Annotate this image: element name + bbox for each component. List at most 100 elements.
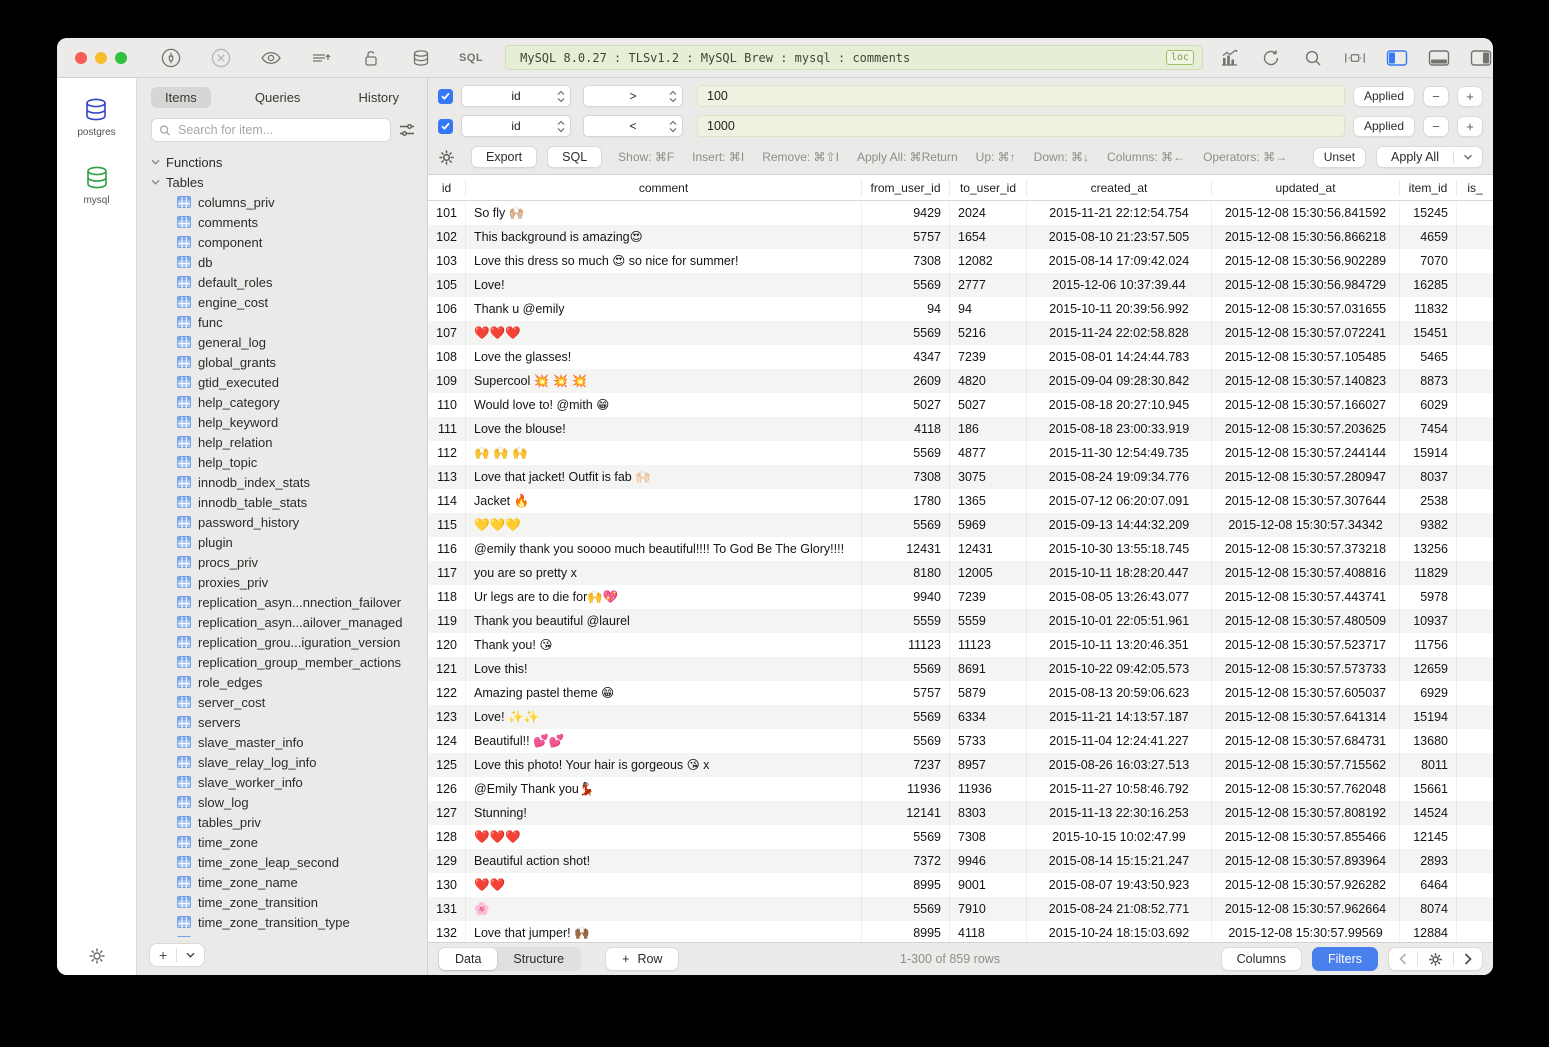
cell-item_id[interactable]: 2538 <box>1400 489 1457 513</box>
cell-to_user_id[interactable]: 5969 <box>950 513 1027 537</box>
cell-is[interactable] <box>1457 321 1493 345</box>
cell-comment[interactable]: Would love to! @mith 😁 <box>466 393 862 417</box>
cell-comment[interactable]: Thank you! 😘 <box>466 633 862 657</box>
prev-page-button[interactable] <box>1389 948 1417 970</box>
cell-to_user_id[interactable]: 12082 <box>950 249 1027 273</box>
cell-comment[interactable]: Love this photo! Your hair is gorgeous 😘… <box>466 753 862 777</box>
sidebar-table-item[interactable]: time_zone_transition <box>137 892 427 912</box>
cell-id[interactable]: 129 <box>428 849 466 873</box>
column-header-from_user_id[interactable]: from_user_id <box>862 180 950 196</box>
cell-created_at[interactable]: 2015-11-13 22:30:16.253 <box>1027 801 1212 825</box>
cell-comment[interactable]: Love the glasses! <box>466 345 862 369</box>
panel-left-icon[interactable] <box>1385 46 1409 70</box>
cell-updated_at[interactable]: 2015-12-08 15:30:57.573733 <box>1212 657 1400 681</box>
cell-item_id[interactable]: 15914 <box>1400 441 1457 465</box>
connection-postgres[interactable]: postgres <box>77 96 115 138</box>
table-row[interactable]: 109Supercool 💥 💥 💥260948202015-09-04 09:… <box>428 369 1493 393</box>
cell-updated_at[interactable]: 2015-12-08 15:30:57.855466 <box>1212 825 1400 849</box>
cell-id[interactable]: 108 <box>428 345 466 369</box>
cell-comment[interactable]: Amazing pastel theme 😁 <box>466 681 862 705</box>
cell-comment[interactable]: Love! ✨✨ <box>466 705 862 729</box>
cell-is[interactable] <box>1457 297 1493 321</box>
cell-comment[interactable]: Love that jacket! Outfit is fab 🙌🏻 <box>466 465 862 489</box>
cell-id[interactable]: 109 <box>428 369 466 393</box>
cell-to_user_id[interactable]: 1654 <box>950 225 1027 249</box>
sidebar-table-item[interactable]: func <box>137 312 427 332</box>
cell-to_user_id[interactable]: 186 <box>950 417 1027 441</box>
sliders-icon[interactable] <box>399 123 415 137</box>
cell-is[interactable] <box>1457 393 1493 417</box>
table-row[interactable]: 125Love this photo! Your hair is gorgeou… <box>428 753 1493 777</box>
tree-group-functions[interactable]: Functions <box>137 152 427 172</box>
cell-is[interactable] <box>1457 729 1493 753</box>
table-row[interactable]: 122Amazing pastel theme 😁575758792015-08… <box>428 681 1493 705</box>
cell-id[interactable]: 122 <box>428 681 466 705</box>
gear-icon[interactable] <box>438 149 455 166</box>
sidebar-table-item[interactable]: time_zone <box>137 832 427 852</box>
reconnect-icon[interactable] <box>159 46 183 70</box>
cell-id[interactable]: 117 <box>428 561 466 585</box>
table-row[interactable]: 124Beautiful!! 💕💕556957332015-11-04 12:2… <box>428 729 1493 753</box>
cell-from_user_id[interactable]: 5569 <box>862 321 950 345</box>
cell-updated_at[interactable]: 2015-12-08 15:30:56.866218 <box>1212 225 1400 249</box>
minimize-window-button[interactable] <box>95 52 107 64</box>
cell-from_user_id[interactable]: 5027 <box>862 393 950 417</box>
cell-is[interactable] <box>1457 441 1493 465</box>
filter-column-select[interactable]: id <box>461 115 571 137</box>
cell-comment[interactable]: Ur legs are to die for🙌💖 <box>466 585 862 609</box>
cell-created_at[interactable]: 2015-10-30 13:55:18.745 <box>1027 537 1212 561</box>
cell-from_user_id[interactable]: 12431 <box>862 537 950 561</box>
cell-updated_at[interactable]: 2015-12-08 15:30:57.762048 <box>1212 777 1400 801</box>
table-row[interactable]: 107❤️❤️❤️556952162015-11-24 22:02:58.828… <box>428 321 1493 345</box>
cell-updated_at[interactable]: 2015-12-08 15:30:57.203625 <box>1212 417 1400 441</box>
cell-comment[interactable]: Beautiful action shot! <box>466 849 862 873</box>
cell-updated_at[interactable]: 2015-12-08 15:30:57.072241 <box>1212 321 1400 345</box>
cell-updated_at[interactable]: 2015-12-08 15:30:57.408816 <box>1212 561 1400 585</box>
column-header-to_user_id[interactable]: to_user_id <box>950 180 1027 196</box>
cell-created_at[interactable]: 2015-08-18 23:00:33.919 <box>1027 417 1212 441</box>
cell-to_user_id[interactable]: 7910 <box>950 897 1027 921</box>
cell-item_id[interactable]: 11756 <box>1400 633 1457 657</box>
cell-to_user_id[interactable]: 11123 <box>950 633 1027 657</box>
cell-item_id[interactable]: 6929 <box>1400 681 1457 705</box>
cell-item_id[interactable]: 14524 <box>1400 801 1457 825</box>
table-row[interactable]: 120Thank you! 😘11123111232015-10-11 13:2… <box>428 633 1493 657</box>
cell-created_at[interactable]: 2015-08-26 16:03:27.513 <box>1027 753 1212 777</box>
cell-created_at[interactable]: 2015-08-01 14:24:44.783 <box>1027 345 1212 369</box>
cell-id[interactable]: 121 <box>428 657 466 681</box>
filter-operator-select[interactable]: > <box>583 85 683 107</box>
tab-items[interactable]: Items <box>151 87 211 108</box>
cell-is[interactable] <box>1457 465 1493 489</box>
cell-created_at[interactable]: 2015-12-06 10:37:39.44 <box>1027 273 1212 297</box>
cell-from_user_id[interactable]: 11123 <box>862 633 950 657</box>
cell-item_id[interactable]: 11829 <box>1400 561 1457 585</box>
cell-is[interactable] <box>1457 873 1493 897</box>
cell-created_at[interactable]: 2015-09-13 14:44:32.209 <box>1027 513 1212 537</box>
sidebar-table-item[interactable]: help_category <box>137 392 427 412</box>
remove-filter-button[interactable]: − <box>1423 116 1449 137</box>
cell-to_user_id[interactable]: 5216 <box>950 321 1027 345</box>
cell-to_user_id[interactable]: 6334 <box>950 705 1027 729</box>
cell-is[interactable] <box>1457 369 1493 393</box>
connection-mysql[interactable]: mysql <box>82 164 112 206</box>
cell-item_id[interactable]: 15245 <box>1400 201 1457 225</box>
table-row[interactable]: 102This background is amazing😍5757165420… <box>428 225 1493 249</box>
sidebar-table-item[interactable]: replication_asyn...nnection_failover <box>137 592 427 612</box>
cell-id[interactable]: 119 <box>428 609 466 633</box>
cell-item_id[interactable]: 12145 <box>1400 825 1457 849</box>
column-header-updated_at[interactable]: updated_at <box>1212 180 1400 196</box>
cell-from_user_id[interactable]: 9429 <box>862 201 950 225</box>
add-item-button[interactable]: + <box>150 944 176 966</box>
cell-from_user_id[interactable]: 7308 <box>862 465 950 489</box>
sidebar-table-item[interactable]: proxies_priv <box>137 572 427 592</box>
sidebar-table-item[interactable]: slave_master_info <box>137 732 427 752</box>
cell-updated_at[interactable]: 2015-12-08 15:30:57.605037 <box>1212 681 1400 705</box>
sidebar-table-item[interactable]: plugin <box>137 532 427 552</box>
apply-all-menu-button[interactable] <box>1454 154 1482 160</box>
sql-preview-button[interactable]: SQL <box>547 146 602 168</box>
filter-enabled-checkbox[interactable] <box>438 89 453 104</box>
sidebar-table-item[interactable]: servers <box>137 712 427 732</box>
cell-updated_at[interactable]: 2015-12-08 15:30:57.99569 <box>1212 921 1400 942</box>
cell-item_id[interactable]: 15194 <box>1400 705 1457 729</box>
table-row[interactable]: 106Thank u @emily94942015-10-11 20:39:56… <box>428 297 1493 321</box>
